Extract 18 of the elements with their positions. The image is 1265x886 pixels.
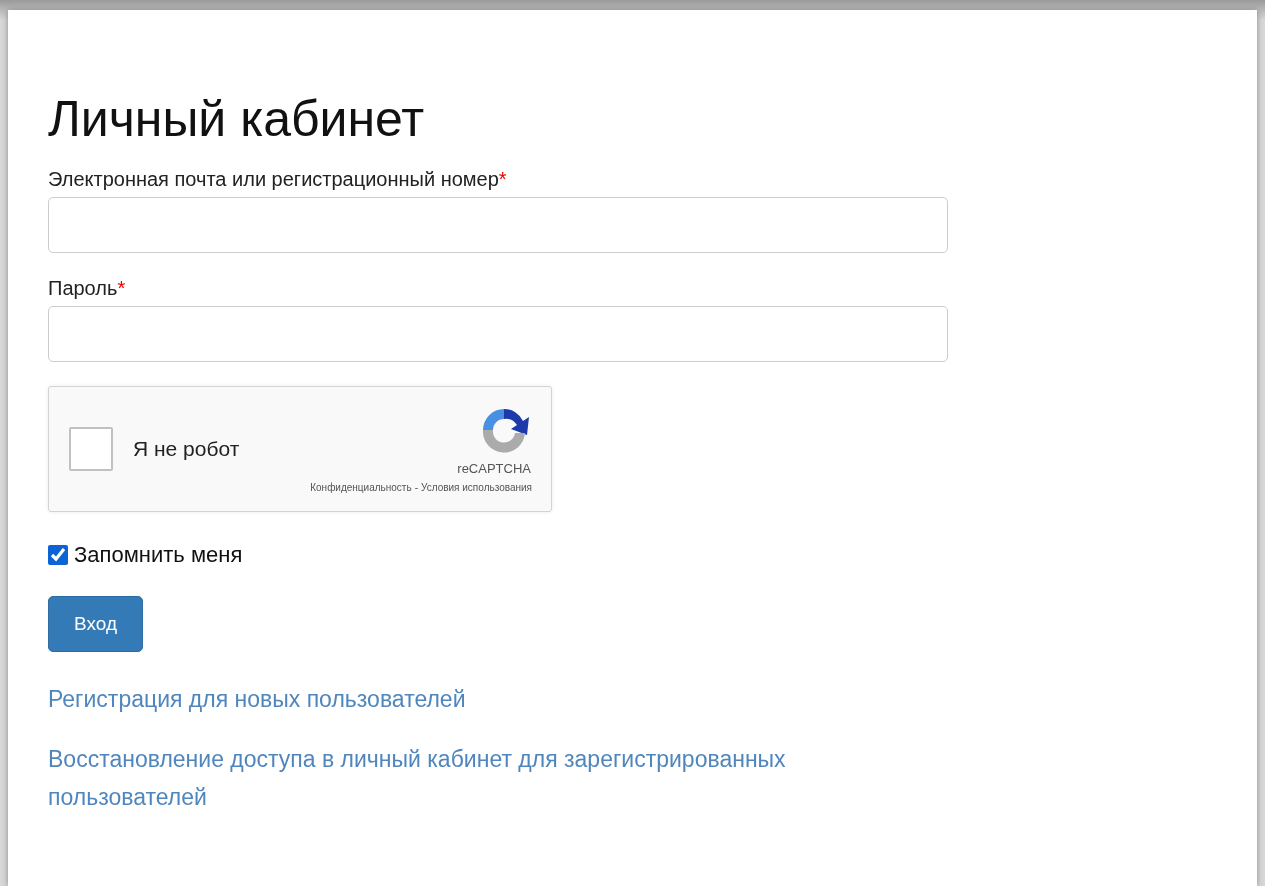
text-link[interactable]: Восстановление доступа в личный кабинет для зарегистрированных пользователей xyxy=(48,740,928,816)
required-mark: * xyxy=(498,168,507,190)
remember-label: Запомнить меня xyxy=(74,542,243,568)
remember-checkbox[interactable] xyxy=(48,545,68,565)
page-title: Личный кабинет xyxy=(48,90,426,148)
field-label: Пароль xyxy=(48,277,118,299)
separator: - xyxy=(414,482,418,493)
field-label: Электронная почта или регистрационный номер xyxy=(48,168,499,190)
privacy-link[interactable]: Конфиденциальность xyxy=(310,482,412,493)
captcha-label: Я не робот xyxy=(133,437,240,461)
input-field[interactable] xyxy=(48,197,948,253)
text-link[interactable]: Регистрация для новых пользователей xyxy=(48,680,928,718)
required-mark: * xyxy=(117,277,126,299)
recaptcha-brand: reCAPTCHA xyxy=(457,461,531,476)
captcha-checkbox[interactable] xyxy=(69,427,113,471)
terms-link[interactable]: Условия использования xyxy=(421,482,532,493)
login-button[interactable]: Вход xyxy=(48,596,143,652)
input-field[interactable] xyxy=(48,306,948,362)
